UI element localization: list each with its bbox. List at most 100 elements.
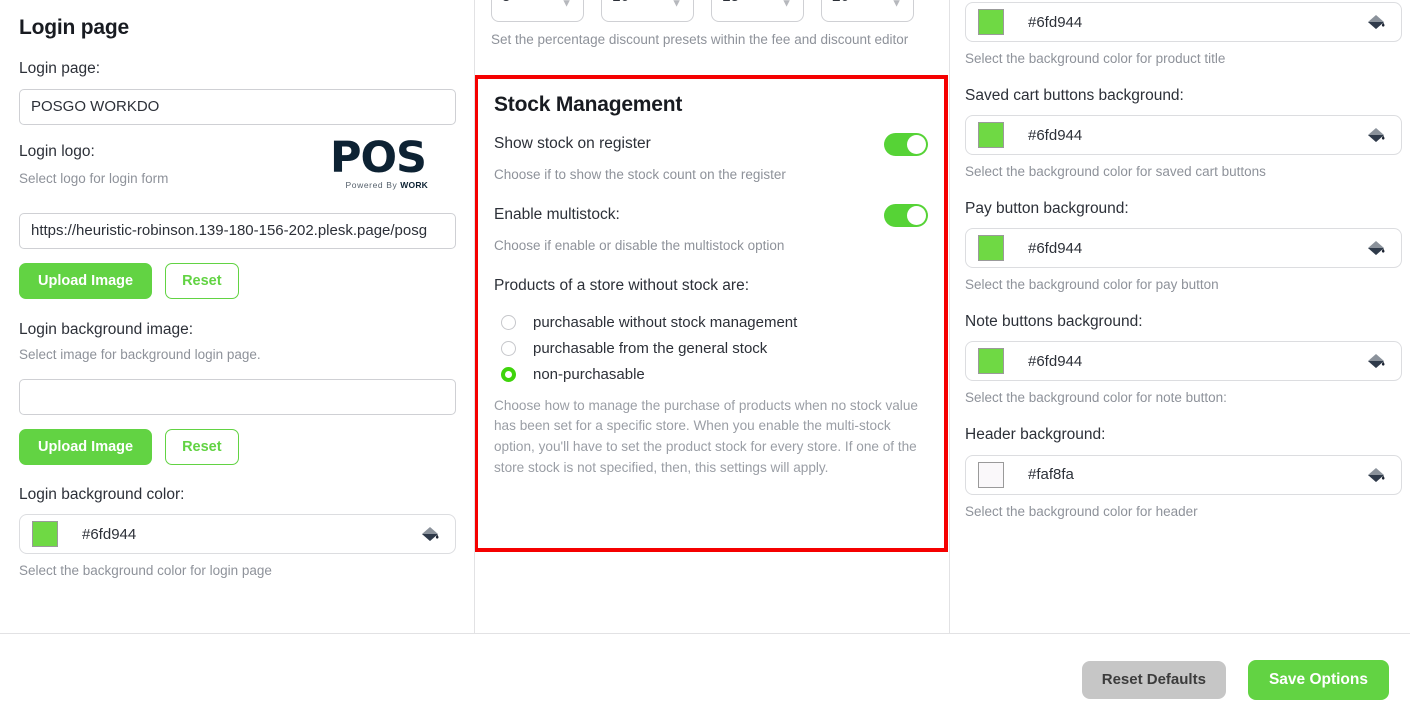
login-bg-color-label: Login background color: bbox=[19, 485, 185, 503]
color-swatch bbox=[978, 235, 1004, 262]
stock-management-title: Stock Management bbox=[494, 93, 683, 116]
login-logo-buttons: Upload Image Reset bbox=[19, 262, 454, 299]
radio-option-label: purchasable without stock management bbox=[533, 314, 798, 332]
pay-button-color-label: Pay button background: bbox=[965, 199, 1129, 217]
spinner-arrows-4[interactable]: ▲ ▼ bbox=[891, 0, 902, 10]
settings-page: Login page Login page: Login logo: Selec… bbox=[0, 0, 1426, 725]
pay-button-color-picker[interactable]: #6fd944 bbox=[965, 228, 1402, 269]
chevron-down-icon[interactable]: ▼ bbox=[781, 0, 792, 10]
paint-bucket-icon[interactable] bbox=[1365, 464, 1387, 486]
show-stock-toggle[interactable] bbox=[884, 133, 928, 156]
radio-option-label: non-purchasable bbox=[533, 366, 645, 384]
color-swatch bbox=[978, 348, 1004, 375]
show-stock-label: Show stock on register bbox=[494, 135, 651, 153]
discount-preset-4-value: 20 bbox=[832, 0, 849, 6]
login-bg-color-picker[interactable]: #6fd944 bbox=[19, 514, 456, 555]
product-title-color-picker[interactable]: #6fd944 bbox=[965, 2, 1402, 42]
spinner-arrows-2[interactable]: ▲ ▼ bbox=[671, 0, 682, 10]
multistock-help: Choose if enable or disable the multisto… bbox=[494, 237, 785, 253]
save-options-button[interactable]: Save Options bbox=[1247, 659, 1389, 700]
discount-preset-2[interactable]: 10 ▲ ▼ bbox=[601, 0, 694, 22]
settings-columns: Login page Login page: Login logo: Selec… bbox=[0, 0, 1426, 633]
paint-bucket-icon[interactable] bbox=[419, 523, 441, 545]
note-button-color-help: Select the background color for note but… bbox=[965, 390, 1227, 406]
multistock-row: Enable multistock: bbox=[494, 203, 928, 227]
login-bg-image-buttons: Upload Image Reset bbox=[19, 428, 454, 465]
stock-options-radio-group: purchasable without stock management pur… bbox=[494, 310, 928, 388]
saved-cart-color-label: Saved cart buttons background: bbox=[965, 86, 1184, 104]
multistock-toggle[interactable] bbox=[884, 203, 928, 227]
paint-bucket-icon[interactable] bbox=[1365, 124, 1387, 146]
login-bg-image-input[interactable] bbox=[19, 378, 456, 415]
note-button-color-label: Note buttons background: bbox=[965, 312, 1143, 330]
header-color-label: Header background: bbox=[965, 426, 1106, 444]
spinner-arrows-3[interactable]: ▲ ▼ bbox=[781, 0, 792, 10]
products-without-stock-label: Products of a store without stock are: bbox=[494, 277, 750, 295]
discount-preset-1-value: 5 bbox=[502, 0, 511, 6]
color-hex-value: #6fd944 bbox=[1028, 352, 1083, 370]
header-color-picker[interactable]: #faf8fa bbox=[965, 454, 1402, 495]
chevron-down-icon[interactable]: ▼ bbox=[561, 0, 572, 10]
login-page-column: Login page Login page: Login logo: Selec… bbox=[0, 0, 474, 633]
chevron-down-icon[interactable]: ▼ bbox=[671, 0, 682, 10]
pos-logo-tagline-prefix: Powered By bbox=[345, 180, 401, 191]
discount-preset-3[interactable]: 15 ▲ ▼ bbox=[711, 0, 804, 22]
reset-defaults-button[interactable]: Reset Defaults bbox=[1081, 660, 1226, 699]
reset-button-logo[interactable]: Reset bbox=[165, 262, 239, 299]
login-page-name-label: Login page: bbox=[19, 60, 101, 77]
color-hex-value: #6fd944 bbox=[1028, 13, 1083, 31]
reset-button-bg[interactable]: Reset bbox=[165, 428, 239, 465]
upload-image-button-bg[interactable]: Upload Image bbox=[19, 428, 153, 465]
radio-indicator[interactable] bbox=[501, 315, 516, 331]
show-stock-help: Choose if to show the stock count on the… bbox=[494, 167, 786, 182]
login-bg-image-help: Select image for background login page. bbox=[19, 347, 261, 363]
pos-logo-tagline: Powered By WORK bbox=[261, 180, 436, 190]
discount-preset-3-value: 15 bbox=[722, 0, 739, 6]
color-hex-value: #6fd944 bbox=[1028, 239, 1083, 257]
discount-preset-1[interactable]: 5 ▲ ▼ bbox=[491, 0, 584, 22]
login-page-name-field: Login page: bbox=[19, 60, 456, 125]
discount-presets-row: 5 ▲ ▼ 10 ▲ ▼ 15 bbox=[475, 0, 949, 22]
note-button-color-picker[interactable]: #6fd944 bbox=[965, 341, 1402, 382]
pos-logo-image: POS Powered By WORK bbox=[261, 132, 436, 190]
header-color-help: Select the background color for header bbox=[965, 503, 1198, 519]
paint-bucket-icon[interactable] bbox=[1365, 350, 1387, 372]
radio-option-non-purchasable[interactable]: non-purchasable bbox=[494, 362, 928, 388]
saved-cart-color-picker[interactable]: #6fd944 bbox=[965, 115, 1402, 156]
upload-image-button-logo[interactable]: Upload Image bbox=[19, 262, 153, 299]
login-page-name-input[interactable] bbox=[19, 88, 456, 125]
paint-bucket-icon[interactable] bbox=[1365, 11, 1387, 33]
discount-preset-4[interactable]: 20 ▲ ▼ bbox=[821, 0, 914, 22]
spinner-arrows-1[interactable]: ▲ ▼ bbox=[561, 0, 572, 10]
product-title-color-field: #6fd944 Select the background color for … bbox=[965, 2, 1404, 69]
discount-presets-help: Set the percentage discount presets with… bbox=[491, 32, 909, 47]
page-title: Login page bbox=[19, 16, 129, 39]
chevron-down-icon[interactable]: ▼ bbox=[891, 0, 902, 10]
pos-logo-tagline-brand: WORK bbox=[400, 180, 428, 191]
color-swatch bbox=[978, 122, 1004, 149]
saved-cart-color-field: Saved cart buttons background: #6fd944 S… bbox=[965, 87, 1404, 182]
radio-option-label: purchasable from the general stock bbox=[533, 340, 768, 358]
stock-management-panel: Stock Management Show stock on register … bbox=[475, 75, 948, 552]
note-button-color-field: Note buttons background: #6fd944 Select … bbox=[965, 313, 1404, 408]
stock-management-column: 5 ▲ ▼ 10 ▲ ▼ 15 bbox=[474, 0, 950, 633]
radio-indicator[interactable] bbox=[501, 341, 516, 357]
pos-logo-wordmark: POS bbox=[329, 132, 427, 183]
saved-cart-color-help: Select the background color for saved ca… bbox=[965, 164, 1266, 180]
pay-button-color-help: Select the background color for pay butt… bbox=[965, 277, 1219, 293]
radio-option-purchasable-general-stock[interactable]: purchasable from the general stock bbox=[494, 336, 928, 362]
login-bg-color-field: Login background color: #6fd944 Select t… bbox=[19, 485, 456, 581]
color-swatch bbox=[978, 9, 1004, 35]
login-logo-url-input[interactable] bbox=[19, 212, 456, 249]
radio-option-purchasable-without-stock[interactable]: purchasable without stock management bbox=[494, 310, 928, 336]
discount-preset-2-value: 10 bbox=[612, 0, 629, 6]
multistock-label: Enable multistock: bbox=[494, 205, 620, 223]
header-color-field: Header background: #faf8fa Select the ba… bbox=[965, 426, 1404, 521]
paint-bucket-icon[interactable] bbox=[1365, 237, 1387, 259]
color-hex-value: #faf8fa bbox=[1028, 466, 1074, 484]
toggle-knob bbox=[907, 205, 926, 225]
show-stock-row: Show stock on register bbox=[494, 133, 928, 156]
stock-options-help: Choose how to manage the purchase of pro… bbox=[494, 397, 918, 475]
radio-indicator-selected[interactable] bbox=[501, 367, 516, 383]
appearance-column: #6fd944 Select the background color for … bbox=[950, 0, 1424, 633]
